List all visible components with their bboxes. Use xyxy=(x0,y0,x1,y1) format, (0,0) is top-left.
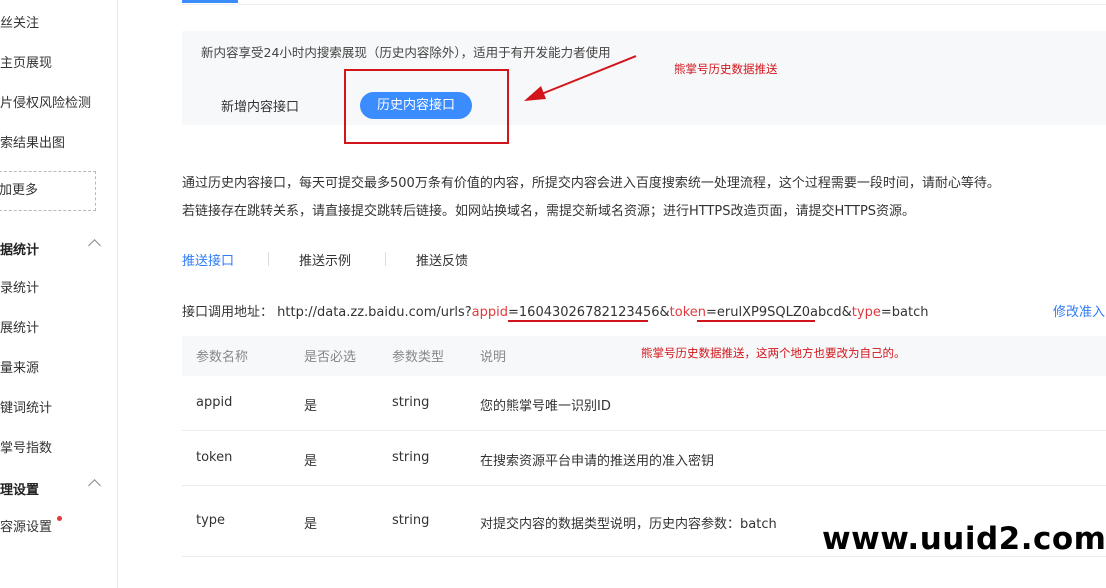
api-key-token: token xyxy=(669,305,707,320)
cell-required: 是 xyxy=(304,454,318,469)
api-amp: & xyxy=(841,305,852,320)
description-line-2: 若链接存在跳转关系，请直接提交跳转后链接。如网站换域名，需提交新域名资源；进行H… xyxy=(182,204,916,219)
api-value-token: erulXP9SQLZ0abcd xyxy=(716,305,842,320)
edit-token-link[interactable]: 修改准入 xyxy=(1053,301,1105,320)
divider xyxy=(385,252,386,266)
api-amp: & xyxy=(659,305,670,320)
cell-param-name: token xyxy=(196,450,233,465)
table-header-param-name: 参数名称 xyxy=(196,350,249,365)
tab-push-feedback[interactable]: 推送反馈 xyxy=(416,250,468,269)
cell-description: 对提交内容的数据类型说明，历史内容参数：batch xyxy=(480,517,777,532)
annotation-underline-token xyxy=(697,320,815,322)
cell-description: 在搜索资源平台申请的推送用的准入密钥 xyxy=(480,454,715,469)
description-line-1: 通过历史内容接口，每天可提交最多500万条有价值的内容，所提交内容会进入百度搜索… xyxy=(182,176,1000,191)
annotation-underline-appid xyxy=(508,320,648,322)
api-eq: = xyxy=(880,305,892,320)
watermark-text: www.uuid2.com xyxy=(822,521,1106,557)
api-url-line: 接口调用地址： http://data.zz.baidu.com/urls?ap… xyxy=(182,301,928,320)
table-header-param-type: 参数类型 xyxy=(392,350,445,365)
cell-param-type: string xyxy=(392,395,430,410)
divider xyxy=(268,252,269,266)
api-key-appid: appid xyxy=(471,305,508,320)
cell-description: 您的熊掌号唯一识别ID xyxy=(480,399,611,414)
api-value-type: batch xyxy=(891,305,929,320)
divider xyxy=(182,430,1106,431)
cell-param-name: appid xyxy=(196,395,233,410)
api-url-label: 接口调用地址： xyxy=(182,305,274,320)
table-header-required: 是否必选 xyxy=(304,350,357,365)
cell-param-name: type xyxy=(196,513,226,528)
cell-param-type: string xyxy=(392,513,430,528)
divider xyxy=(182,485,1106,486)
cell-param-type: string xyxy=(392,450,430,465)
cell-required: 是 xyxy=(304,399,318,414)
api-value-appid: 1604302678212345​6 xyxy=(518,305,660,320)
annotation-note-change-own: 熊掌号历史数据推送，这两个地方也要改为自己的。 xyxy=(641,346,906,360)
annotation-arrow-icon xyxy=(524,55,637,101)
tab-push-api[interactable]: 推送接口 xyxy=(182,250,234,269)
annotation-note-history-push: 熊掌号历史数据推送 xyxy=(674,62,778,76)
tab-push-example[interactable]: 推送示例 xyxy=(299,250,351,269)
api-url-base: http://data.zz.baidu.com/urls? xyxy=(277,305,472,320)
api-key-type: type xyxy=(851,305,881,320)
table-header-description: 说明 xyxy=(480,350,507,365)
api-eq: = xyxy=(706,305,717,320)
cell-required: 是 xyxy=(304,517,318,532)
api-eq: = xyxy=(508,305,519,320)
